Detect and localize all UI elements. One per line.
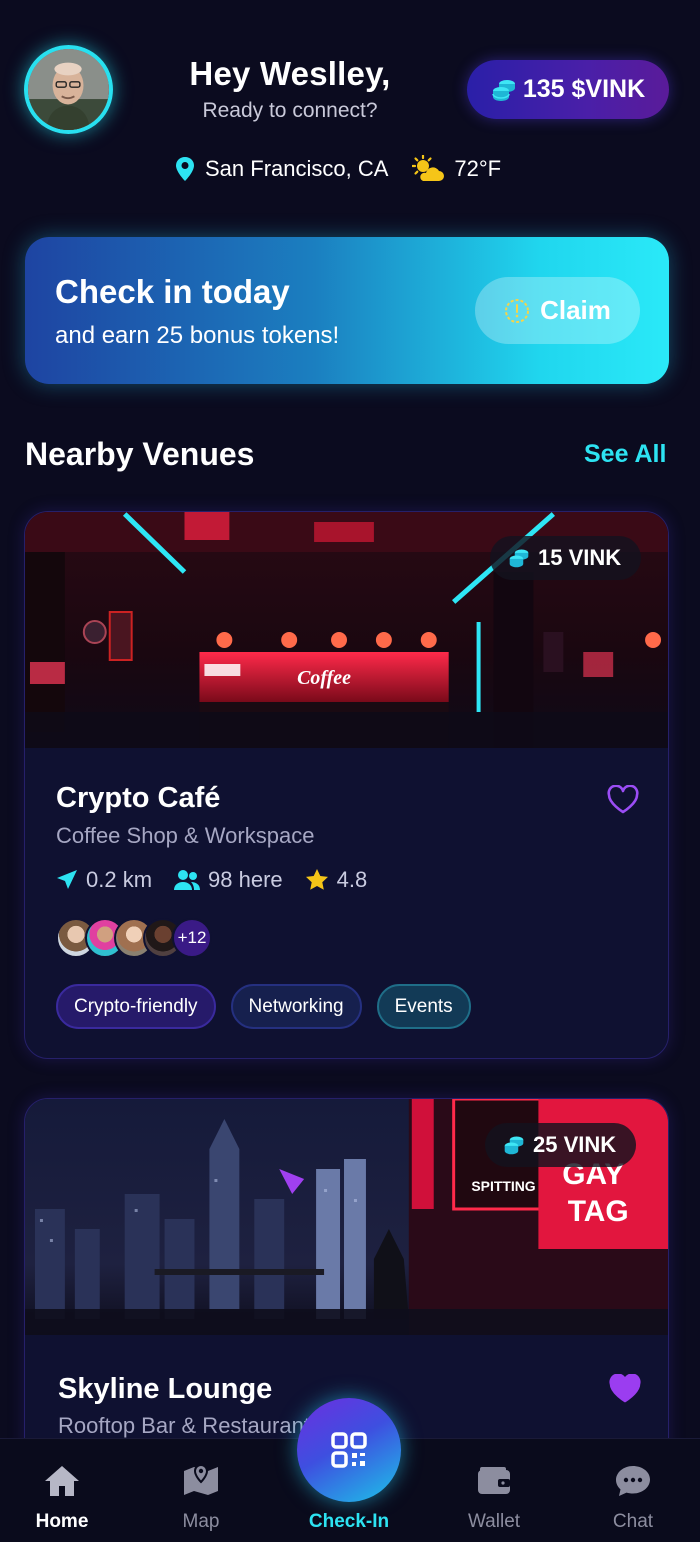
greeting-block: Hey Weslley, Ready to connect? <box>150 55 430 123</box>
navigation-icon <box>57 870 77 889</box>
banner-description: and earn 25 bonus tokens! <box>55 322 340 349</box>
distance-label: 0.2 km <box>86 867 153 892</box>
venue-type: Coffee Shop & Workspace <box>56 823 315 848</box>
check-in-banner: Check in today and earn 25 bonus tokens!… <box>25 237 669 384</box>
coins-icon <box>492 79 515 101</box>
tag-crypto-friendly[interactable]: Crypto-friendly <box>56 984 216 1029</box>
tag-events[interactable]: Events <box>376 984 471 1029</box>
venue-type: Rooftop Bar & Restaurant <box>58 1413 310 1438</box>
weather-icon <box>412 155 445 181</box>
nav-home[interactable]: Home <box>17 1461 107 1533</box>
home-icon <box>45 1466 79 1496</box>
tag-networking[interactable]: Networking <box>230 984 362 1029</box>
checked-in-people[interactable]: +12 <box>56 918 212 958</box>
map-icon <box>184 1463 218 1495</box>
greeting-title: Hey Weslley, <box>189 55 391 92</box>
banner-title: Check in today <box>55 273 290 310</box>
reward-badge: 25 VINK <box>485 1123 637 1167</box>
star-icon <box>305 869 328 890</box>
venue-tags: Crypto-friendly Networking Events <box>56 984 471 1029</box>
nav-map-label: Map <box>182 1511 220 1532</box>
nav-wallet-label: Wallet <box>467 1511 521 1532</box>
token-balance-button[interactable]: 135 $VINK <box>467 60 669 119</box>
nav-map[interactable]: Map <box>156 1461 246 1533</box>
venue-name: Crypto Café <box>56 782 221 814</box>
map-pin-icon <box>176 157 194 181</box>
nav-chat[interactable]: Chat <box>588 1461 678 1533</box>
nav-wallet[interactable]: Wallet <box>449 1461 539 1533</box>
token-balance-label: 135 $VINK <box>522 75 646 103</box>
location-weather: San Francisco, CA 72°F <box>175 155 501 183</box>
reward-label: 15 VINK <box>538 545 622 570</box>
rating-label: 4.8 <box>336 867 368 892</box>
rating-stat: 4.8 <box>305 867 368 893</box>
tag-sign-text: TAG <box>568 1195 629 1228</box>
wallet-icon <box>478 1467 510 1494</box>
people-stat: 98 here <box>174 867 283 893</box>
distance-stat: 0.2 km <box>56 867 152 893</box>
venue-stats: 0.2 km 98 here 4.8 <box>56 867 389 893</box>
coins-icon <box>509 549 529 568</box>
spitting-sign-text: SPITTING <box>471 1178 535 1194</box>
greeting-subtitle: Ready to connect? <box>202 99 378 122</box>
chat-icon <box>616 1466 650 1496</box>
nav-home-label: Home <box>35 1511 89 1532</box>
header: Hey Weslley, Ready to connect? 135 $VINK… <box>0 0 700 230</box>
see-all-link[interactable]: See All <box>584 440 666 469</box>
claim-button[interactable]: Claim <box>475 277 640 344</box>
coins-icon <box>504 1136 524 1155</box>
coffee-sign-text: Coffee <box>297 667 351 689</box>
nav-chat-label: Chat <box>612 1511 654 1532</box>
qr-code-icon <box>331 1432 367 1468</box>
reward-label: 25 VINK <box>533 1132 617 1157</box>
profile-avatar[interactable] <box>24 45 113 134</box>
nearby-venues-title: Nearby Venues <box>25 436 255 472</box>
heart-icon[interactable] <box>609 1374 641 1404</box>
claim-label: Claim <box>540 295 611 325</box>
temperature-label: 72°F <box>454 156 502 181</box>
people-icon <box>174 870 201 890</box>
location-label: San Francisco, CA <box>205 156 389 181</box>
venue-name: Skyline Lounge <box>58 1373 273 1405</box>
more-people-count: +12 <box>172 918 212 958</box>
people-here-label: 98 here <box>208 867 283 892</box>
nav-checkin-label[interactable]: Check-In <box>290 1511 408 1533</box>
venue-card-crypto-cafe[interactable]: Coffee 15 VINK Crypto Café Coffee Shop &… <box>24 511 669 1059</box>
check-in-button[interactable] <box>297 1398 401 1502</box>
heart-icon[interactable] <box>607 785 639 815</box>
reward-badge: 15 VINK <box>490 536 642 580</box>
clock-icon <box>505 298 530 323</box>
profile-photo <box>28 49 109 130</box>
